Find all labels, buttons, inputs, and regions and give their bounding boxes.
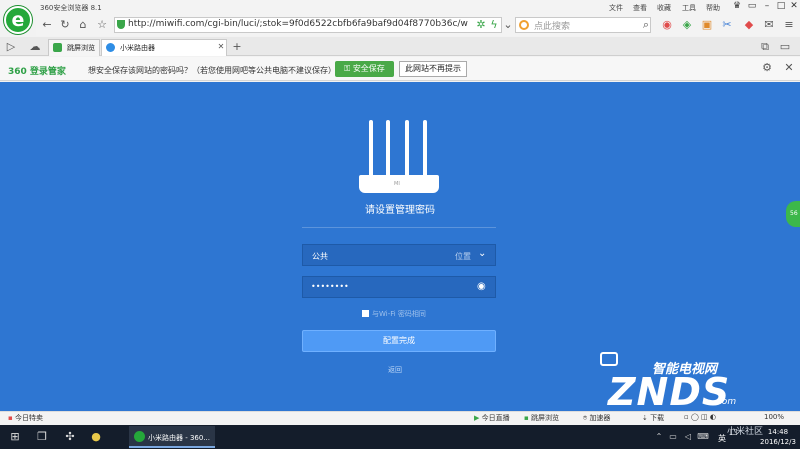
location-label: 位置: [455, 252, 471, 261]
close-bar-icon[interactable]: ✕: [782, 61, 796, 75]
shield-icon: [117, 20, 125, 29]
taskbar: [0, 425, 800, 449]
tab-jump-icon: [53, 43, 62, 52]
restore-icon[interactable]: ▭: [745, 1, 759, 12]
status-download[interactable]: ⇣ 下载: [642, 413, 664, 423]
clock-time[interactable]: 14:48: [758, 428, 798, 436]
floating-badge[interactable]: 56: [786, 201, 800, 227]
chevron-down-icon[interactable]: ⌄: [501, 18, 515, 32]
mail-icon[interactable]: ✉: [762, 18, 776, 32]
gear-icon[interactable]: ✲: [474, 18, 488, 32]
cloud-icon[interactable]: ☁: [28, 40, 42, 54]
url-text: http://miwifi.com/cgi-bin/luci/;stok=9f0…: [128, 19, 468, 29]
restore-tabs-icon[interactable]: ⧉: [758, 40, 772, 54]
star-icon[interactable]: ☆: [95, 18, 109, 32]
refresh-icon[interactable]: ↻: [58, 18, 72, 32]
close-tab-icon[interactable]: ✕: [214, 40, 228, 54]
status-jump[interactable]: ▪ 跳屏浏览: [524, 413, 559, 423]
watermark-logo: ZNDS: [608, 370, 731, 414]
home-icon[interactable]: ⌂: [76, 18, 90, 32]
safe-save-button[interactable]: ⚿ 安全保存: [335, 61, 394, 77]
search-icon[interactable]: ⌕: [639, 18, 653, 32]
ime-icon[interactable]: ⌨: [696, 430, 710, 444]
menu-view[interactable]: 查看: [633, 3, 647, 13]
key-icon: ⚿: [344, 64, 353, 73]
maximize-button[interactable]: □: [774, 1, 788, 12]
settings-icon[interactable]: ⚙: [760, 61, 774, 75]
back-link[interactable]: 返回: [388, 365, 402, 375]
trash-icon[interactable]: ▭: [778, 40, 792, 54]
config-complete-button[interactable]: 配置完成: [302, 330, 496, 352]
ime-language[interactable]: 英: [718, 433, 726, 444]
tab-wifi-icon: [106, 43, 115, 52]
menu-tools[interactable]: 工具: [682, 3, 696, 13]
app-title: 360安全浏览器 8.1: [40, 4, 102, 12]
gift-icon: ▪: [8, 414, 13, 422]
router-antenna-2: [386, 120, 390, 178]
divider: [302, 227, 496, 228]
router-antenna-3: [405, 120, 409, 178]
password-mask: ••••••••: [311, 282, 349, 291]
task-view-icon[interactable]: ❐: [35, 430, 49, 444]
router-logo: MI: [394, 181, 400, 187]
page-title: 请设置管理密码: [365, 205, 435, 216]
location-value: 公共: [312, 252, 328, 261]
daily-sale-link[interactable]: ▪ 今日特卖: [8, 413, 43, 423]
menu-file[interactable]: 文件: [609, 3, 623, 13]
router-antenna-1: [369, 120, 373, 178]
close-button[interactable]: ✕: [787, 1, 800, 12]
same-as-wifi-label: 与Wi-Fi 密码相同: [372, 310, 426, 318]
browser-logo-icon: e: [4, 6, 32, 34]
same-as-wifi-checkbox[interactable]: [362, 310, 369, 317]
fan-icon[interactable]: ✣: [63, 430, 77, 444]
app-pinned-icon[interactable]: ●: [89, 430, 103, 444]
start-icon[interactable]: ⊞: [8, 430, 22, 444]
never-prompt-button[interactable]: 此网站不再提示: [399, 61, 467, 77]
status-icons[interactable]: ▫ ◯ ◫ ◐: [684, 413, 716, 421]
back-icon[interactable]: ←: [40, 18, 54, 32]
network-icon[interactable]: ▭: [666, 430, 680, 444]
lightning-icon[interactable]: ϟ: [487, 18, 501, 32]
router-antenna-4: [423, 120, 427, 178]
status-live[interactable]: ▶ 今日直播: [474, 413, 510, 423]
menu-help[interactable]: 帮助: [706, 3, 720, 13]
skin-icon[interactable]: ♛: [730, 1, 744, 12]
title-bar: [0, 0, 800, 14]
status-bar: [0, 411, 800, 425]
chevron-down-icon[interactable]: ⌄: [478, 248, 486, 259]
password-save-message: 想安全保存该网站的密码吗？（若您使用网吧等公共电脑不建议保存）: [88, 66, 336, 75]
volume-icon[interactable]: ◁: [681, 430, 695, 444]
search-placeholder: 点此搜索: [534, 22, 571, 32]
tray-up-icon[interactable]: ⌃: [652, 430, 666, 444]
task-browser-icon: [134, 431, 145, 442]
security-icon[interactable]: ◈: [680, 18, 694, 32]
task-label: 小米路由器 - 360...: [148, 434, 211, 442]
translate-icon[interactable]: ◆: [742, 18, 756, 32]
new-tab-icon[interactable]: +: [230, 40, 244, 54]
watermark-domain: .com: [714, 397, 737, 407]
login-manager-brand: 360 登录管家: [8, 67, 66, 77]
search-engine-icon[interactable]: [519, 20, 529, 30]
menu-icon[interactable]: ≡: [782, 18, 796, 32]
screenshot-icon[interactable]: ✂: [720, 18, 734, 32]
status-accelerator[interactable]: ⌾ 加速器: [583, 413, 610, 423]
menu-favorites[interactable]: 收藏: [657, 3, 671, 13]
tv-icon: [600, 352, 618, 366]
eye-icon[interactable]: ◉: [477, 281, 486, 292]
zoom-level[interactable]: 100%: [764, 413, 784, 421]
clock-date[interactable]: 2016/12/3: [756, 438, 800, 446]
tab-xiaomi-router[interactable]: 小米路由器: [101, 39, 227, 56]
minimize-button[interactable]: –: [760, 1, 774, 12]
extension-icon[interactable]: ◉: [660, 18, 674, 32]
sidebar-toggle-icon[interactable]: ▷: [4, 40, 18, 54]
app-icon[interactable]: ▣: [700, 18, 714, 32]
